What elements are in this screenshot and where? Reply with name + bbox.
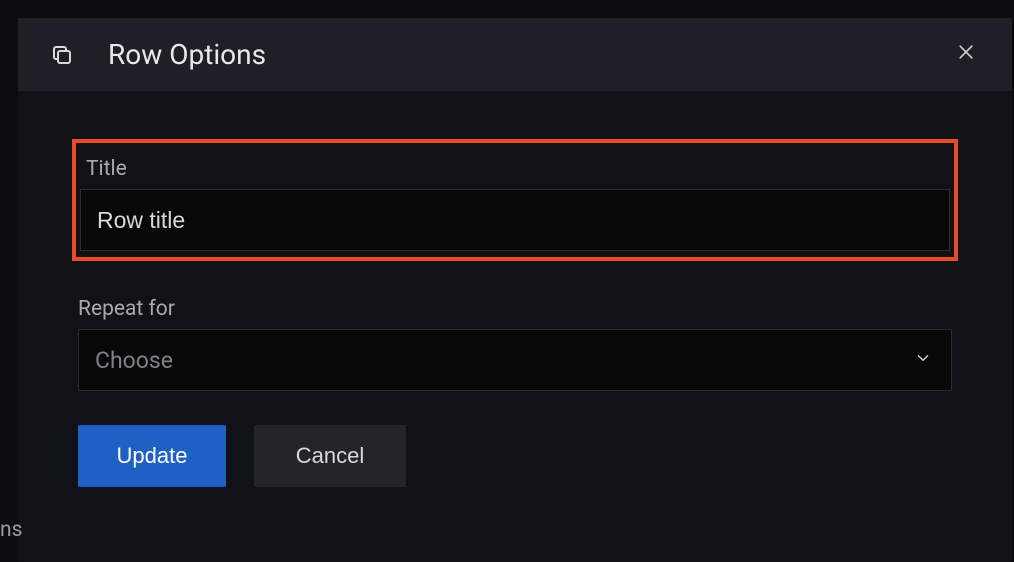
close-button[interactable] — [948, 37, 984, 73]
close-icon — [956, 42, 976, 67]
title-field-group: Title — [72, 139, 958, 261]
dialog-title: Row Options — [108, 38, 948, 71]
dialog-actions: Update Cancel — [78, 425, 952, 487]
dialog-body: Title Repeat for Choose Update Cancel — [18, 91, 1012, 487]
cancel-button[interactable]: Cancel — [254, 425, 406, 487]
title-input[interactable] — [80, 189, 950, 251]
repeat-select[interactable]: Choose — [78, 329, 952, 391]
copy-icon — [50, 43, 74, 67]
repeat-field-group: Repeat for Choose — [78, 297, 952, 391]
dialog-header: Row Options — [18, 18, 1012, 91]
title-label: Title — [86, 157, 950, 181]
background-text-fragment: ns — [0, 518, 22, 542]
repeat-select-wrap: Choose — [78, 329, 952, 391]
update-button[interactable]: Update — [78, 425, 226, 487]
row-options-dialog: Row Options Title Repeat for Choose — [18, 18, 1012, 562]
repeat-label: Repeat for — [78, 297, 952, 321]
repeat-select-placeholder: Choose — [95, 347, 173, 374]
